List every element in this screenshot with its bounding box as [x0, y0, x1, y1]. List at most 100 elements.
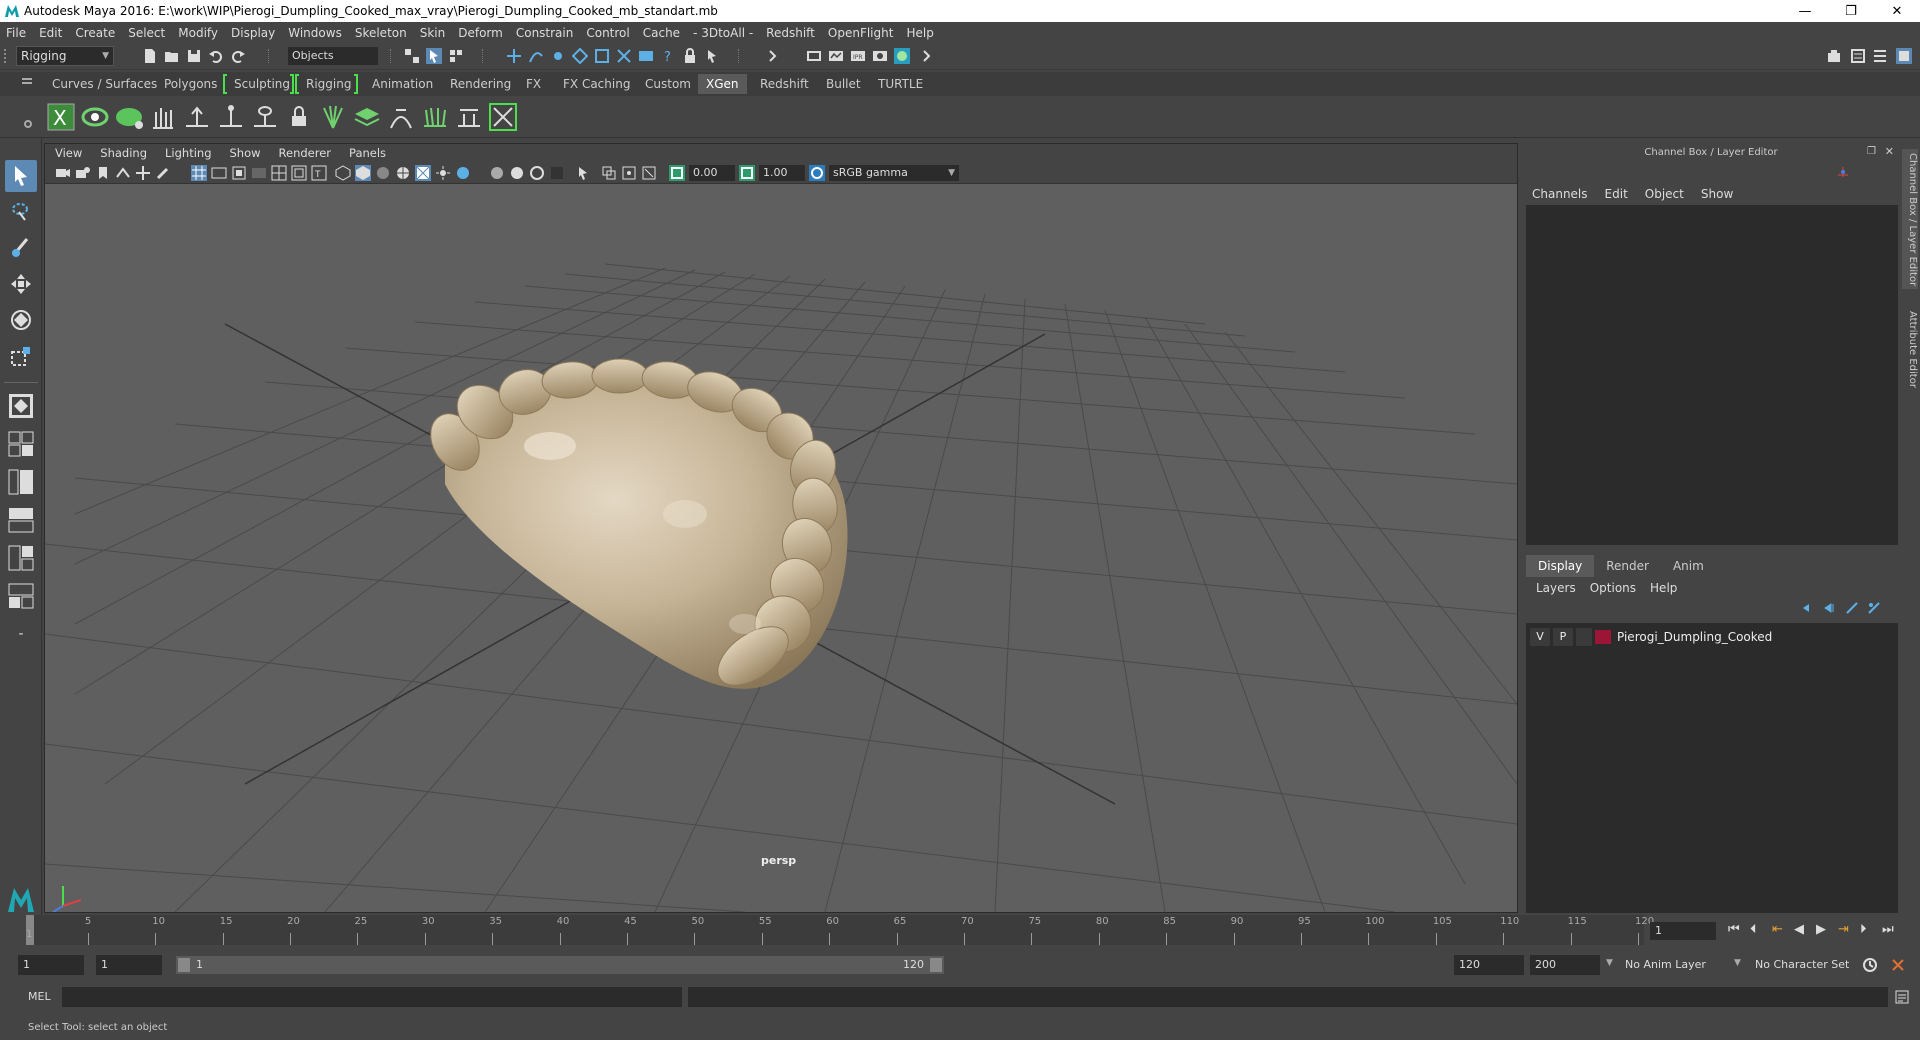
- menu-windows[interactable]: Windows: [288, 26, 342, 40]
- ambient-occlusion-icon[interactable]: [489, 165, 505, 181]
- xgen-layers-icon[interactable]: [352, 102, 382, 132]
- range-bar[interactable]: 1 120: [176, 956, 944, 974]
- wireframe-icon[interactable]: [335, 165, 351, 181]
- snap-point-icon[interactable]: [550, 48, 566, 64]
- menu-control[interactable]: Control: [586, 26, 629, 40]
- tab-render[interactable]: Render: [1594, 555, 1661, 577]
- exposure-icon[interactable]: [669, 165, 685, 181]
- channel-axis-icon[interactable]: [1836, 165, 1850, 179]
- tab-rigging[interactable]: Rigging: [298, 74, 359, 94]
- menu-modify[interactable]: Modify: [178, 26, 218, 40]
- xray-joints-icon[interactable]: [621, 165, 637, 181]
- xray-icon[interactable]: [601, 165, 617, 181]
- menu-display[interactable]: Display: [231, 26, 275, 40]
- tab-xgen[interactable]: XGen: [698, 74, 747, 94]
- grease-pencil-icon[interactable]: [155, 165, 171, 181]
- tool-settings-icon[interactable]: [1872, 48, 1888, 64]
- select-tool-icon[interactable]: [704, 48, 720, 64]
- tab-fx-caching[interactable]: FX Caching: [555, 74, 638, 94]
- gamma-field[interactable]: 1.00: [759, 165, 805, 181]
- use-all-lights-icon[interactable]: [435, 165, 451, 181]
- new-scene-icon[interactable]: [142, 48, 158, 64]
- range-end-handle[interactable]: [930, 958, 942, 972]
- chevron-down-icon[interactable]: ▼: [1606, 958, 1613, 968]
- menu-file[interactable]: File: [6, 26, 26, 40]
- xgen-cut-icon[interactable]: [454, 102, 484, 132]
- viewport-menu-panels[interactable]: Panels: [349, 146, 386, 160]
- layer-name[interactable]: Pierogi_Dumpling_Cooked: [1617, 630, 1772, 644]
- close-button[interactable]: ✕: [1874, 0, 1920, 22]
- graph-editor-layout[interactable]: [5, 504, 37, 536]
- layout-menu[interactable]: -: [5, 618, 37, 650]
- step-back-frame-icon[interactable]: ⏴: [1750, 922, 1757, 937]
- shadows-icon[interactable]: [455, 165, 471, 181]
- tab-fx[interactable]: FX: [518, 74, 549, 94]
- tab-bullet[interactable]: Bullet: [818, 74, 869, 94]
- step-back-key-icon[interactable]: ⇤: [1772, 922, 1783, 937]
- channel-menu-edit[interactable]: Edit: [1605, 187, 1628, 201]
- xgen-guide-tool-icon[interactable]: [182, 102, 212, 132]
- selection-mask-dropdown[interactable]: Objects: [288, 47, 378, 65]
- menu-edit[interactable]: Edit: [39, 26, 62, 40]
- xgen-splay-icon[interactable]: [318, 102, 348, 132]
- menu-deform[interactable]: Deform: [458, 26, 503, 40]
- menu-set-dropdown[interactable]: Rigging ▼: [16, 46, 114, 66]
- snap-live-icon[interactable]: [594, 48, 610, 64]
- help-icon[interactable]: ?: [660, 48, 676, 64]
- tab-anim[interactable]: Anim: [1661, 555, 1716, 577]
- select-hierarchy-icon[interactable]: [404, 48, 420, 64]
- tab-turtle[interactable]: TURTLE: [870, 74, 931, 94]
- select-tool[interactable]: [5, 160, 37, 192]
- save-scene-icon[interactable]: [186, 48, 202, 64]
- layer-color-swatch[interactable]: [1595, 630, 1611, 644]
- status-line-grip[interactable]: [4, 49, 12, 63]
- move-layer-down-icon[interactable]: [1823, 601, 1837, 615]
- snap-curve-icon[interactable]: [528, 48, 544, 64]
- new-layer-selected-icon[interactable]: [1867, 601, 1881, 615]
- redo-icon[interactable]: [230, 48, 246, 64]
- chevron-right-icon[interactable]: [764, 48, 780, 64]
- grid-toggle-icon[interactable]: [191, 165, 207, 181]
- render-frame-icon[interactable]: [828, 48, 844, 64]
- layer-menu-options[interactable]: Options: [1590, 581, 1636, 595]
- viewport-menu-view[interactable]: View: [55, 146, 82, 160]
- snap-grid-icon[interactable]: [506, 48, 522, 64]
- image-plane-icon[interactable]: [115, 165, 131, 181]
- attribute-editor-icon[interactable]: [1850, 48, 1866, 64]
- field-chart-icon[interactable]: [271, 165, 287, 181]
- shelf-menu-icon[interactable]: [22, 78, 32, 80]
- viewport-menu-lighting[interactable]: Lighting: [165, 146, 211, 160]
- float-panel-icon[interactable]: ❐: [1867, 146, 1876, 157]
- channels-list[interactable]: [1526, 205, 1898, 545]
- character-set-dropdown[interactable]: No Character Set: [1750, 955, 1870, 975]
- move-tool[interactable]: [5, 268, 37, 300]
- command-input[interactable]: [62, 987, 682, 1007]
- rotate-tool[interactable]: [5, 304, 37, 336]
- tab-polygons[interactable]: Polygons: [156, 74, 225, 94]
- xgen-select-icon[interactable]: [488, 102, 518, 132]
- two-d-pan-icon[interactable]: [135, 165, 151, 181]
- playback-end-field[interactable]: 120: [1454, 955, 1524, 975]
- depth-of-field-icon[interactable]: [549, 165, 565, 181]
- film-gate-icon[interactable]: [211, 165, 227, 181]
- side-tab-attribute-editor[interactable]: Attribute Editor: [1902, 311, 1918, 401]
- channel-menu-channels[interactable]: Channels: [1532, 187, 1588, 201]
- go-to-start-icon[interactable]: ⏮: [1728, 922, 1740, 937]
- single-perspective-layout[interactable]: [5, 390, 37, 422]
- textured-icon[interactable]: [415, 165, 431, 181]
- xray-components-icon[interactable]: [641, 165, 657, 181]
- ipr-render-icon[interactable]: IPR: [850, 48, 866, 64]
- persp-outliner-layout[interactable]: [5, 466, 37, 498]
- render-view-icon[interactable]: [806, 48, 822, 64]
- isolate-select-icon[interactable]: [575, 165, 591, 181]
- lasso-tool[interactable]: [5, 196, 37, 228]
- lock-icon[interactable]: [682, 48, 698, 64]
- render-settings-icon[interactable]: [872, 48, 888, 64]
- viewport-menu-renderer[interactable]: Renderer: [279, 146, 332, 160]
- menu-constrain[interactable]: Constrain: [516, 26, 574, 40]
- auto-key-icon[interactable]: [1862, 957, 1878, 973]
- layer-row[interactable]: V P Pierogi_Dumpling_Cooked: [1530, 627, 1892, 647]
- tab-display[interactable]: Display: [1526, 555, 1595, 577]
- menu-help[interactable]: Help: [906, 26, 933, 40]
- menu-redshift[interactable]: Redshift: [766, 26, 815, 40]
